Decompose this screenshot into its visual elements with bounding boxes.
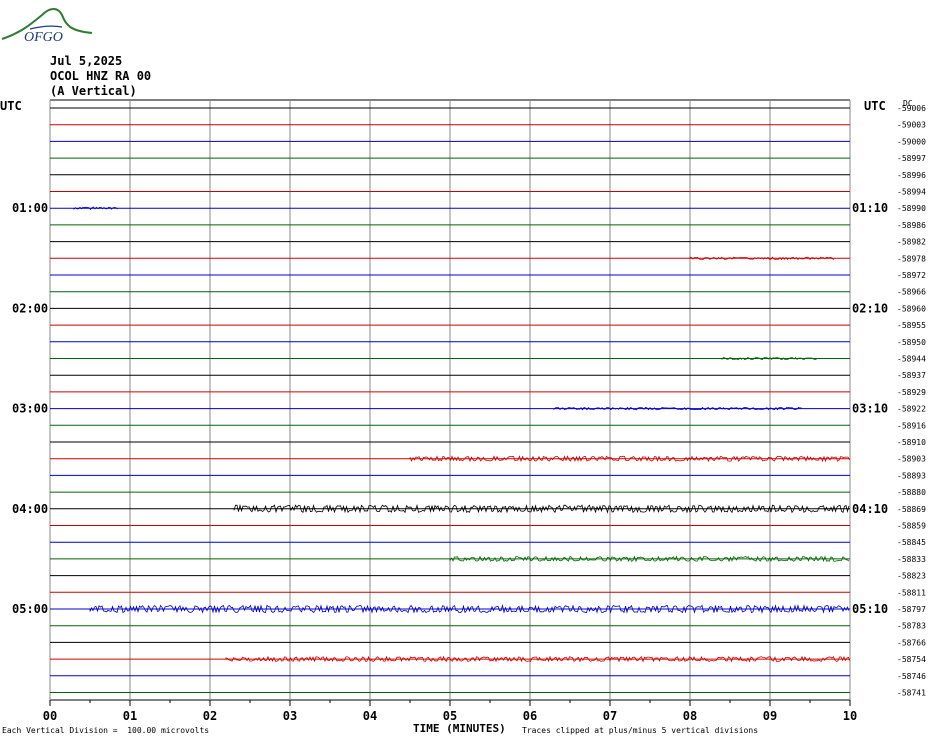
dc-offset-label: -58783 <box>897 622 926 631</box>
dc-offset-label: -58986 <box>897 221 926 230</box>
dc-offset-label: -58893 <box>897 471 926 480</box>
dc-offset-label: -58811 <box>897 588 926 597</box>
left-time-label: 02:00 <box>12 301 48 315</box>
dc-offset-label: -58994 <box>897 188 926 197</box>
x-tick-label: 01 <box>123 709 137 723</box>
dc-offset-label: -58766 <box>897 638 926 647</box>
x-tick-label: 04 <box>363 709 377 723</box>
right-time-label: 01:10 <box>852 201 888 215</box>
dc-offset-label: -58910 <box>897 438 926 447</box>
dc-offset-label: -58966 <box>897 288 926 297</box>
left-time-label: 05:00 <box>12 602 48 616</box>
dc-offset-label: -58916 <box>897 421 926 430</box>
x-tick-label: 06 <box>523 709 537 723</box>
x-tick-label: 08 <box>683 709 697 723</box>
left-time-label: 01:00 <box>12 201 48 215</box>
dc-offset-label: -58741 <box>897 689 926 698</box>
x-tick-label: 02 <box>203 709 217 723</box>
plot-grid <box>49 99 851 706</box>
clip-note: Traces clipped at plus/minus 5 vertical … <box>522 726 759 735</box>
x-tick-label: 05 <box>443 709 457 723</box>
dc-label: DC <box>903 99 913 108</box>
x-tick-label: 10 <box>843 709 857 723</box>
dc-offset-label: -58859 <box>897 522 926 531</box>
dc-offset-label: -58869 <box>897 505 926 514</box>
dc-offset-label: -58972 <box>897 271 926 280</box>
dc-offset-label: -58903 <box>897 455 926 464</box>
dc-offset-label: -58960 <box>897 304 926 313</box>
right-time-label: 03:10 <box>852 402 888 416</box>
left-time-label: 04:00 <box>12 502 48 516</box>
axis-labels: 00 01 02 03 04 05 06 07 08 09 10-59006-59003-59000… <box>12 99 926 723</box>
division-note: Each Vertical Division = 100.00 microvol… <box>2 726 210 735</box>
dc-offset-label: -58823 <box>897 572 926 581</box>
dc-offset-label: -59000 <box>897 137 926 146</box>
dc-offset-label: -58982 <box>897 238 926 247</box>
dc-offset-label: -58922 <box>897 405 926 414</box>
dc-offset-label: -58833 <box>897 555 926 564</box>
dc-offset-label: -58955 <box>897 321 926 330</box>
dc-offset-label: -58937 <box>897 371 926 380</box>
dc-offset-label: -58880 <box>897 488 926 497</box>
right-time-label: 02:10 <box>852 301 888 315</box>
dc-offset-label: -58996 <box>897 171 926 180</box>
right-time-label: 05:10 <box>852 602 888 616</box>
left-time-label: 03:00 <box>12 402 48 416</box>
dc-offset-label: -58797 <box>897 605 926 614</box>
helicorder-plot: 00 01 02 03 04 05 06 07 08 09 10-59006-59003-59000… <box>12 99 926 723</box>
trace-activity-segment <box>73 206 118 211</box>
x-tick-label: 09 <box>763 709 777 723</box>
dc-offset-label: -58845 <box>897 538 926 547</box>
dc-offset-label: -59003 <box>897 121 926 130</box>
dc-offset-label: -58944 <box>897 355 926 364</box>
dc-offset-label: -58746 <box>897 672 926 681</box>
x-axis-title: TIME (MINUTES) <box>413 722 506 735</box>
dc-offset-label: -58929 <box>897 388 926 397</box>
dc-offset-label: -58754 <box>897 655 926 664</box>
dc-offset-label: -58997 <box>897 154 926 163</box>
x-tick-label: 07 <box>603 709 617 723</box>
right-time-label: 04:10 <box>852 502 888 516</box>
dc-offset-label: -58950 <box>897 338 926 347</box>
x-tick-label: 03 <box>283 709 297 723</box>
x-tick-label: 00 <box>43 709 57 723</box>
dc-offset-label: -58978 <box>897 254 926 263</box>
dc-offset-label: -58990 <box>897 204 926 213</box>
